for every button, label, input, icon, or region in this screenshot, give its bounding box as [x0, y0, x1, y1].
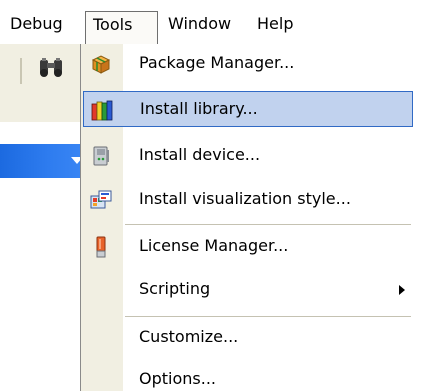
- menu-item-customize[interactable]: Customize...: [83, 320, 413, 356]
- menu-item-label: Install device...: [139, 145, 261, 164]
- menu-debug[interactable]: Debug: [4, 11, 69, 39]
- submenu-arrow-icon: [399, 285, 405, 295]
- tools-dropdown-menu: Package Manager... Install library... In…: [80, 44, 421, 391]
- menu-item-label: Customize...: [139, 327, 239, 346]
- menu-tools[interactable]: Tools: [85, 11, 158, 44]
- toolbar-separator: [20, 58, 22, 84]
- menu-item-label: Scripting: [139, 279, 211, 298]
- menu-item-label: Install library...: [140, 99, 258, 118]
- menu-item-scripting[interactable]: Scripting: [83, 272, 413, 308]
- menu-window[interactable]: Window: [162, 11, 237, 39]
- menu-item-package-manager[interactable]: Package Manager...: [83, 46, 413, 82]
- visualization-style-icon: [90, 190, 112, 209]
- menu-item-install-device[interactable]: Install device...: [83, 138, 413, 174]
- menu-separator: [125, 224, 411, 225]
- menu-item-label: Options...: [139, 369, 216, 388]
- menu-item-label: Package Manager...: [139, 53, 295, 72]
- menu-item-options[interactable]: Options...: [83, 362, 413, 391]
- menu-item-install-library[interactable]: Install library...: [83, 91, 413, 127]
- package-icon: [91, 55, 111, 74]
- menu-separator: [125, 316, 411, 317]
- menu-item-label: Install visualization style...: [139, 189, 351, 208]
- device-icon: [93, 146, 109, 166]
- menu-item-license-manager[interactable]: License Manager...: [83, 229, 413, 265]
- menu-help[interactable]: Help: [251, 11, 299, 39]
- menu-item-label: License Manager...: [139, 236, 289, 255]
- license-icon: [96, 236, 106, 258]
- menu-item-install-visualization-style[interactable]: Install visualization style...: [83, 182, 413, 218]
- menu-bar: Debug Tools Window Help: [0, 0, 421, 44]
- library-books-icon: [91, 100, 113, 121]
- find-binoculars-icon[interactable]: [38, 56, 66, 80]
